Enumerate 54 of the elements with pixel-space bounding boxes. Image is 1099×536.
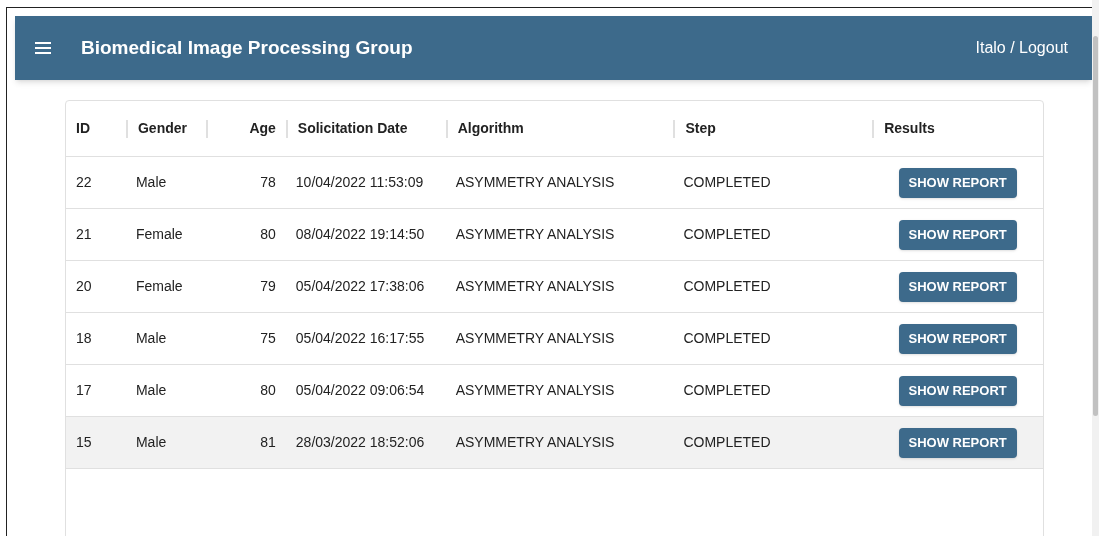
table-cell-text: 79: [260, 277, 276, 296]
table-cell-text: 78: [260, 173, 276, 192]
table-cell-text: ASYMMETRY ANALYSIS: [455, 329, 615, 348]
table-cell-text: 10/04/2022 11:53:09: [295, 173, 424, 192]
table-cell-text: COMPLETED: [683, 381, 771, 400]
table-row[interactable]: 15 Male 81 28/03/2022 18:52:06 ASYMMETRY ANALYSIS COMPLETED SHOW REPORT: [66, 417, 1043, 469]
scrollbar[interactable]: [1092, 0, 1099, 536]
table-cell-text: Male: [135, 433, 167, 452]
table-cell-text: COMPLETED: [683, 277, 771, 296]
column-header[interactable]: Age: [249, 118, 276, 139]
table-cell-text: ASYMMETRY ANALYSIS: [455, 225, 615, 244]
table-cell-text: 80: [260, 381, 276, 400]
show-report-button[interactable]: SHOW REPORT: [898, 323, 1017, 354]
column-header[interactable]: Algorithm: [457, 118, 524, 139]
column-header[interactable]: ID: [76, 118, 90, 139]
table-cell-text: COMPLETED: [683, 433, 771, 452]
table-cell-text: 81: [260, 433, 276, 452]
table-cell-text: 20: [76, 277, 92, 296]
show-report-button[interactable]: SHOW REPORT: [898, 271, 1017, 302]
table-cell-text: 05/04/2022 16:17:55: [295, 329, 425, 348]
table-cell-text: COMPLETED: [683, 225, 771, 244]
table-cell-text: ASYMMETRY ANALYSIS: [455, 433, 615, 452]
table-cell-text: COMPLETED: [683, 173, 771, 192]
table-cell-text: 05/04/2022 17:38:06: [295, 277, 425, 296]
show-report-button[interactable]: SHOW REPORT: [898, 167, 1017, 198]
table-cell-text: 80: [260, 225, 276, 244]
column-header[interactable]: Results: [884, 118, 935, 139]
table-cell-text: Male: [135, 173, 167, 192]
table-cell-text: 21: [76, 225, 92, 244]
table-cell-text: ASYMMETRY ANALYSIS: [455, 381, 615, 400]
table-cell-text: 05/04/2022 09:06:54: [295, 381, 425, 400]
table-cell-text: Male: [135, 381, 167, 400]
app-title: Biomedical Image Processing Group: [81, 35, 413, 60]
table-cell-text: ASYMMETRY ANALYSIS: [455, 173, 615, 192]
table-cell-text: 22: [76, 173, 92, 192]
table-cell-text: Male: [135, 329, 167, 348]
show-report-button[interactable]: SHOW REPORT: [898, 427, 1017, 458]
logout-link[interactable]: Italo / Logout: [975, 36, 1068, 60]
table-cell-text: ASYMMETRY ANALYSIS: [455, 277, 615, 296]
show-report-button[interactable]: SHOW REPORT: [898, 219, 1017, 250]
table-cell-text: 28/03/2022 18:52:06: [295, 433, 425, 452]
table-cell-text: COMPLETED: [683, 329, 771, 348]
show-report-button[interactable]: SHOW REPORT: [898, 375, 1017, 406]
table-cell-text: 15: [76, 433, 92, 452]
table-cell-text: Female: [135, 225, 183, 244]
table-cell-text: 18: [76, 329, 92, 348]
column-header[interactable]: Gender: [137, 118, 187, 139]
table-cell-text: 08/04/2022 19:14:50: [295, 225, 425, 244]
column-header[interactable]: Solicitation Date: [297, 118, 408, 139]
table-cell-text: Female: [135, 277, 183, 296]
column-header[interactable]: Step: [685, 118, 716, 139]
table-cell-text: 17: [76, 381, 92, 400]
table-cell-text: 75: [260, 329, 276, 348]
menu-icon[interactable]: [35, 42, 51, 54]
